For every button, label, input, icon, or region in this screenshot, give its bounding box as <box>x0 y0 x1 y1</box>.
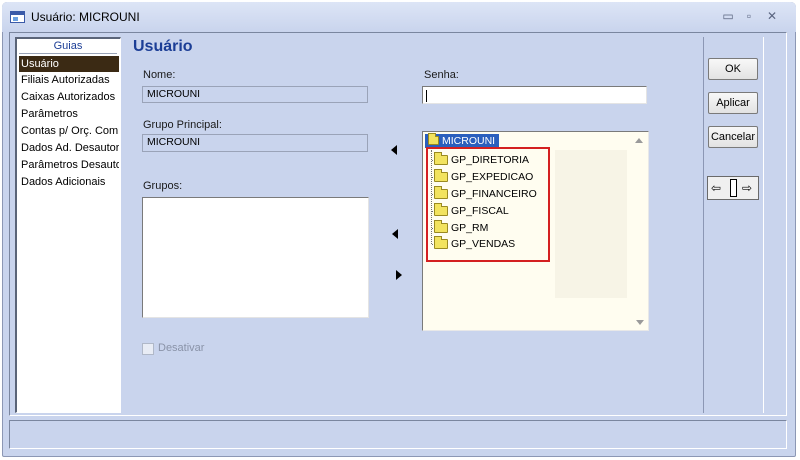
page-title: Usuário <box>133 38 193 55</box>
close-icon[interactable]: ✕ <box>764 8 780 24</box>
sidebar-item-parametros[interactable]: Parâmetros <box>19 106 119 122</box>
senha-input[interactable] <box>422 86 647 104</box>
minimize-icon[interactable]: ▭ <box>720 8 736 24</box>
sidebar-item-caixas-autorizados[interactable]: Caixas Autorizados <box>19 89 119 105</box>
grupos-list[interactable] <box>142 197 369 318</box>
desativar-label: Desativar <box>158 342 205 354</box>
sidebar-item-dados-ad-desautoriz[interactable]: Dados Ad. Desautoriz <box>19 140 119 156</box>
navigator-divider <box>730 179 737 197</box>
cancelar-button[interactable]: Cancelar <box>708 126 758 148</box>
next-tab-icon[interactable]: ⇨ <box>742 181 752 195</box>
ok-button[interactable]: OK <box>708 58 758 80</box>
grupos-label: Grupos: <box>143 180 183 192</box>
remove-group-arrow-icon[interactable] <box>396 270 402 280</box>
app-window-icon <box>10 11 25 23</box>
open-folder-icon <box>428 133 439 145</box>
tree-background-shade <box>555 150 627 298</box>
highlight-annotation <box>426 147 550 262</box>
status-bar <box>9 420 787 449</box>
move-left-icon[interactable] <box>391 145 397 155</box>
nome-field[interactable]: MICROUNI <box>142 86 368 103</box>
senha-label: Senha: <box>424 69 459 81</box>
scroll-up-icon[interactable] <box>635 138 643 143</box>
sidebar-item-parametros-desautori[interactable]: Parâmetros Desautori <box>19 157 119 173</box>
text-caret <box>426 90 427 102</box>
previous-tab-icon[interactable]: ⇦ <box>711 181 721 195</box>
add-group-arrow-icon[interactable] <box>392 229 398 239</box>
sidebar-item-contas-orc-combi[interactable]: Contas p/ Orç. Combi <box>19 123 119 139</box>
grupo-principal-field[interactable]: MICROUNI <box>142 134 368 152</box>
sidebar-item-usuario[interactable]: Usuário <box>19 56 119 72</box>
sidebar-item-dados-adicionais[interactable]: Dados Adicionais <box>19 174 119 190</box>
restore-icon[interactable]: ▫ <box>741 8 757 24</box>
aplicar-button[interactable]: Aplicar <box>708 92 758 114</box>
nome-label: Nome: <box>143 69 176 81</box>
desativar-checkbox[interactable] <box>142 343 154 355</box>
grupo-principal-label: Grupo Principal: <box>143 119 222 131</box>
window-title: Usuário: MICROUNI <box>31 10 140 24</box>
sidebar-item-filiais-autorizadas[interactable]: Filiais Autorizadas <box>19 72 119 88</box>
sidebar-header: Guias <box>17 40 119 54</box>
scroll-down-icon[interactable] <box>636 320 644 325</box>
